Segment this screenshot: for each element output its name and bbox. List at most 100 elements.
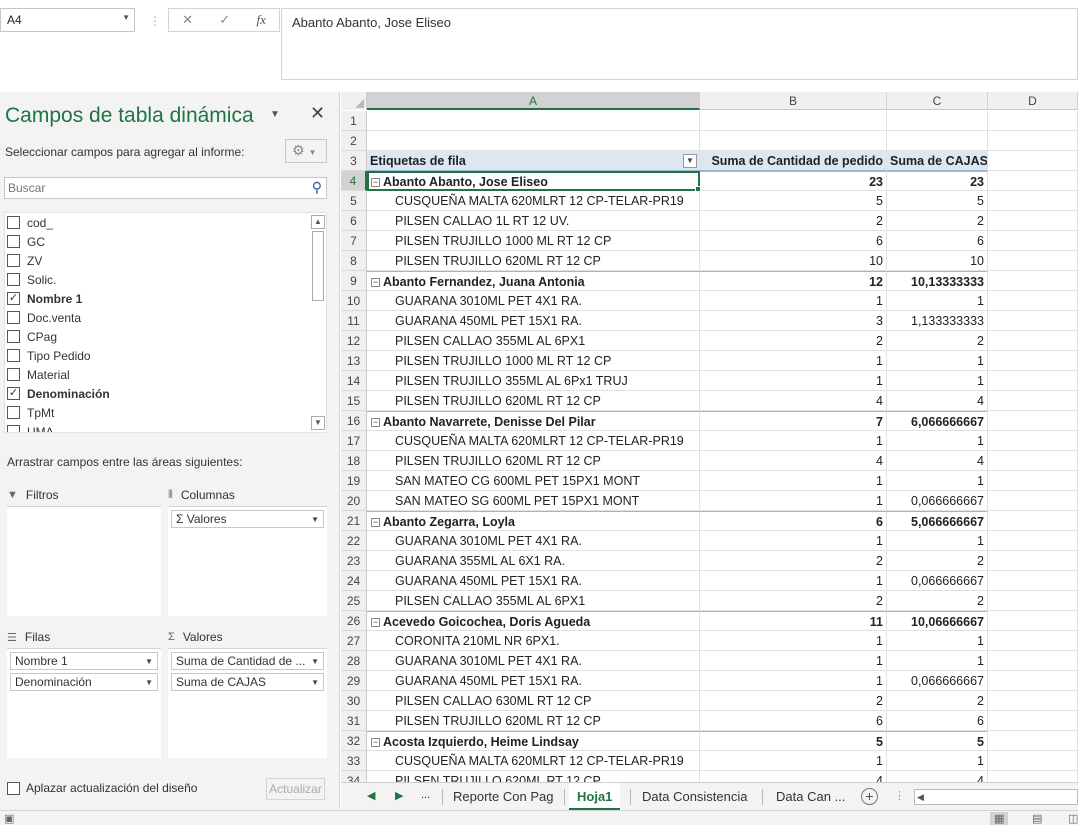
- cell-b[interactable]: 4: [700, 771, 887, 782]
- field-checkbox[interactable]: [7, 235, 20, 248]
- cell-d[interactable]: [988, 711, 1078, 731]
- cell-c[interactable]: 2: [887, 211, 988, 231]
- cell-b[interactable]: Suma de Cantidad de pedido: [700, 151, 887, 171]
- cell-a[interactable]: PILSEN TRUJILLO 1000 ML RT 12 CP: [367, 351, 700, 371]
- cell-c[interactable]: 1: [887, 351, 988, 371]
- row-header[interactable]: 8: [341, 251, 367, 271]
- column-header-c[interactable]: C: [887, 92, 988, 110]
- cell-b[interactable]: 1: [700, 371, 887, 391]
- row-header[interactable]: 10: [341, 291, 367, 311]
- field-item[interactable]: CPag: [5, 327, 326, 346]
- cell-a[interactable]: − Abanto Navarrete, Denisse Del Pilar: [367, 411, 700, 431]
- cell-c[interactable]: 5: [887, 731, 988, 751]
- cell-b[interactable]: 4: [700, 391, 887, 411]
- cell-b[interactable]: 1: [700, 291, 887, 311]
- cell-d[interactable]: [988, 171, 1078, 191]
- cell-a[interactable]: PILSEN TRUJILLO 355ML AL 6Px1 TRUJ: [367, 371, 700, 391]
- field-checkbox[interactable]: [7, 273, 20, 286]
- cell-a[interactable]: SAN MATEO SG 600ML PET 15PX1 MONT: [367, 491, 700, 511]
- cell-d[interactable]: [988, 611, 1078, 631]
- cell-b[interactable]: [700, 131, 887, 151]
- row-header[interactable]: 1: [341, 111, 367, 131]
- cell-a[interactable]: PILSEN CALLAO 630ML RT 12 CP: [367, 691, 700, 711]
- cell-c[interactable]: 4: [887, 451, 988, 471]
- cell-d[interactable]: [988, 691, 1078, 711]
- row-header[interactable]: 22: [341, 531, 367, 551]
- row-header[interactable]: 12: [341, 331, 367, 351]
- row-header[interactable]: 28: [341, 651, 367, 671]
- cell-c[interactable]: 1: [887, 531, 988, 551]
- enter-icon[interactable]: ✓: [219, 12, 230, 28]
- cell-d[interactable]: [988, 231, 1078, 251]
- cell-c[interactable]: 1,133333333: [887, 311, 988, 331]
- field-checkbox[interactable]: [7, 254, 20, 267]
- add-sheet-icon[interactable]: +: [861, 788, 878, 805]
- cell-a[interactable]: PILSEN CALLAO 355ML AL 6PX1: [367, 331, 700, 351]
- row-header[interactable]: 6: [341, 211, 367, 231]
- row-header[interactable]: 23: [341, 551, 367, 571]
- cell-d[interactable]: [988, 251, 1078, 271]
- columns-chip-valores[interactable]: Σ Valores ▼: [171, 510, 324, 528]
- cell-d[interactable]: [988, 271, 1078, 291]
- cell-c[interactable]: 6: [887, 711, 988, 731]
- cell-b[interactable]: 1: [700, 671, 887, 691]
- cancel-icon[interactable]: ✕: [182, 12, 193, 28]
- field-item[interactable]: cod_: [5, 213, 326, 232]
- cell-a[interactable]: CUSQUEÑA MALTA 620MLRT 12 CP-TELAR-PR19: [367, 431, 700, 451]
- macro-record-icon[interactable]: ▣: [4, 812, 14, 825]
- cell-d[interactable]: [988, 591, 1078, 611]
- field-list-scrollbar[interactable]: ▲ ▼: [311, 215, 325, 430]
- row-header[interactable]: 21: [341, 511, 367, 531]
- cell-b[interactable]: 2: [700, 591, 887, 611]
- scroll-up-icon[interactable]: ▲: [311, 215, 325, 229]
- cell-d[interactable]: [988, 411, 1078, 431]
- filters-drop-zone[interactable]: [7, 506, 161, 616]
- cell-d[interactable]: [988, 211, 1078, 231]
- field-item[interactable]: TpMt: [5, 403, 326, 422]
- cell-a[interactable]: CUSQUEÑA MALTA 620MLRT 12 CP-TELAR-PR19: [367, 751, 700, 771]
- cell-c[interactable]: 2: [887, 331, 988, 351]
- collapse-icon[interactable]: −: [371, 518, 380, 527]
- values-chip-cajas[interactable]: Suma de CAJAS ▼: [171, 673, 324, 691]
- row-header[interactable]: 13: [341, 351, 367, 371]
- cell-c[interactable]: 4: [887, 391, 988, 411]
- row-header[interactable]: 11: [341, 311, 367, 331]
- cell-b[interactable]: 7: [700, 411, 887, 431]
- cell-a[interactable]: SAN MATEO CG 600ML PET 15PX1 MONT: [367, 471, 700, 491]
- cell-d[interactable]: [988, 351, 1078, 371]
- more-sheets-left[interactable]: ...: [421, 789, 430, 801]
- next-sheet-icon[interactable]: ▶: [395, 789, 403, 802]
- cell-a[interactable]: PILSEN CALLAO 1L RT 12 UV.: [367, 211, 700, 231]
- cell-d[interactable]: [988, 291, 1078, 311]
- cell-d[interactable]: [988, 111, 1078, 131]
- cell-a[interactable]: − Abanto Zegarra, Loyla: [367, 511, 700, 531]
- field-checkbox[interactable]: [7, 349, 20, 362]
- cell-c[interactable]: 1: [887, 631, 988, 651]
- row-header[interactable]: 5: [341, 191, 367, 211]
- cell-d[interactable]: [988, 511, 1078, 531]
- row-header[interactable]: 14: [341, 371, 367, 391]
- field-checkbox[interactable]: [7, 216, 20, 229]
- cell-b[interactable]: 10: [700, 251, 887, 271]
- scroll-left-icon[interactable]: ◀: [917, 790, 924, 804]
- cell-b[interactable]: 1: [700, 571, 887, 591]
- row-header[interactable]: 25: [341, 591, 367, 611]
- field-search-input[interactable]: Buscar ⚲: [4, 177, 327, 199]
- cell-d[interactable]: [988, 631, 1078, 651]
- cell-a[interactable]: − Abanto Fernandez, Juana Antonia: [367, 271, 700, 291]
- field-checkbox[interactable]: [7, 406, 20, 419]
- rows-chip-denominacion[interactable]: Denominación ▼: [10, 673, 158, 691]
- row-header[interactable]: 20: [341, 491, 367, 511]
- cell-a[interactable]: GUARANA 3010ML PET 4X1 RA.: [367, 291, 700, 311]
- row-header[interactable]: 32: [341, 731, 367, 751]
- field-checkbox[interactable]: [7, 425, 20, 432]
- cell-a[interactable]: PILSEN TRUJILLO 620ML RT 12 CP: [367, 771, 700, 782]
- cell-b[interactable]: 1: [700, 651, 887, 671]
- row-header[interactable]: 19: [341, 471, 367, 491]
- columns-area[interactable]: ⦀ Columnas Σ Valores ▼: [168, 484, 327, 616]
- cell-d[interactable]: [988, 651, 1078, 671]
- row-header[interactable]: 4: [341, 171, 367, 191]
- rows-area[interactable]: ☰ Filas Nombre 1 ▼ Denominación ▼: [7, 626, 161, 758]
- tab-hoja1[interactable]: Hoja1: [569, 783, 621, 810]
- cell-a[interactable]: − Acosta Izquierdo, Heime Lindsay: [367, 731, 700, 751]
